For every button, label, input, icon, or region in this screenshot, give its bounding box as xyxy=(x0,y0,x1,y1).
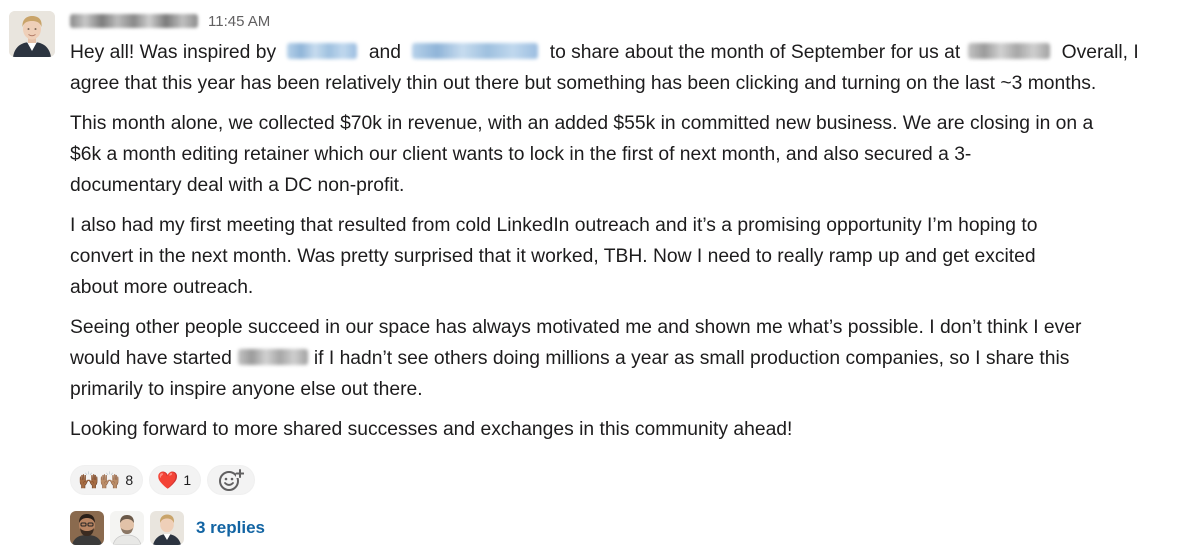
text-line: This month alone, we collected $70k in r… xyxy=(70,113,1094,134)
message-paragraph-2: This month alone, we collected $70k in r… xyxy=(70,108,1198,201)
text-segment: and xyxy=(368,42,401,63)
person-photo-icon xyxy=(9,11,55,57)
reaction-raising-hands[interactable]: 🙌🏾🙌🏽 8 xyxy=(70,465,144,495)
raising-hands-emoji-icon: 🙌🏾🙌🏽 xyxy=(78,470,121,490)
text-line: $6k a month editing retainer which our c… xyxy=(70,144,972,165)
text-line: convert in the next month. Was pretty su… xyxy=(70,246,1036,267)
person-photo-icon xyxy=(150,511,184,545)
reactions-bar: 🙌🏾🙌🏽 8 ❤️ 1 xyxy=(70,465,256,495)
reaction-red-heart[interactable]: ❤️ 1 xyxy=(149,465,202,495)
mention-redacted[interactable] xyxy=(412,43,539,59)
person-photo-icon xyxy=(110,511,144,545)
text-line: I also had my first meeting that resulte… xyxy=(70,215,1038,236)
text-line: Seeing other people succeed in our space… xyxy=(70,317,1082,338)
message-paragraph-1: Hey all! Was inspired by and to share ab… xyxy=(70,37,1198,99)
message-body: Hey all! Was inspired by and to share ab… xyxy=(70,37,1198,454)
text-line: about more outreach. xyxy=(70,277,254,298)
person-photo-icon xyxy=(70,511,104,545)
text-segment: Hey all! Was inspired by xyxy=(70,42,277,63)
text-segment: agree that this year has been relatively… xyxy=(70,73,1097,94)
text-line: primarily to inspire anyone else out the… xyxy=(70,379,423,400)
message-timestamp[interactable]: 11:45 AM xyxy=(208,13,270,30)
add-emoji-icon xyxy=(219,469,245,491)
reply-avatar[interactable] xyxy=(70,511,104,545)
reply-avatar[interactable] xyxy=(150,511,184,545)
text-line: documentary deal with a DC non-profit. xyxy=(70,175,405,196)
message-paragraph-3: I also had my first meeting that resulte… xyxy=(70,210,1198,303)
message-paragraph-5: Looking forward to more shared successes… xyxy=(70,414,1198,445)
author-avatar[interactable] xyxy=(9,11,55,57)
add-reaction-button[interactable] xyxy=(207,465,256,495)
reaction-count: 8 xyxy=(125,472,134,488)
text-segment: Overall, I xyxy=(1061,42,1139,63)
reaction-count: 1 xyxy=(183,472,192,488)
text-segment: would have started xyxy=(70,348,232,369)
red-heart-emoji-icon: ❤️ xyxy=(157,470,179,490)
message-paragraph-4: Seeing other people succeed in our space… xyxy=(70,312,1198,405)
text-segment: if I hadn’t see others doing millions a … xyxy=(313,348,1070,369)
message-header: 11:45 AM xyxy=(70,8,270,34)
mention-redacted[interactable] xyxy=(287,43,358,59)
replies-link[interactable]: 3 replies xyxy=(196,518,265,538)
thread-summary[interactable]: 3 replies xyxy=(70,511,265,545)
reply-avatar[interactable] xyxy=(110,511,144,545)
text-line: Looking forward to more shared successes… xyxy=(70,419,793,440)
company-name-redacted xyxy=(237,349,308,365)
author-name-redacted[interactable] xyxy=(70,14,198,28)
text-segment: to share about the month of September fo… xyxy=(549,42,961,63)
company-name-redacted xyxy=(968,43,1051,59)
